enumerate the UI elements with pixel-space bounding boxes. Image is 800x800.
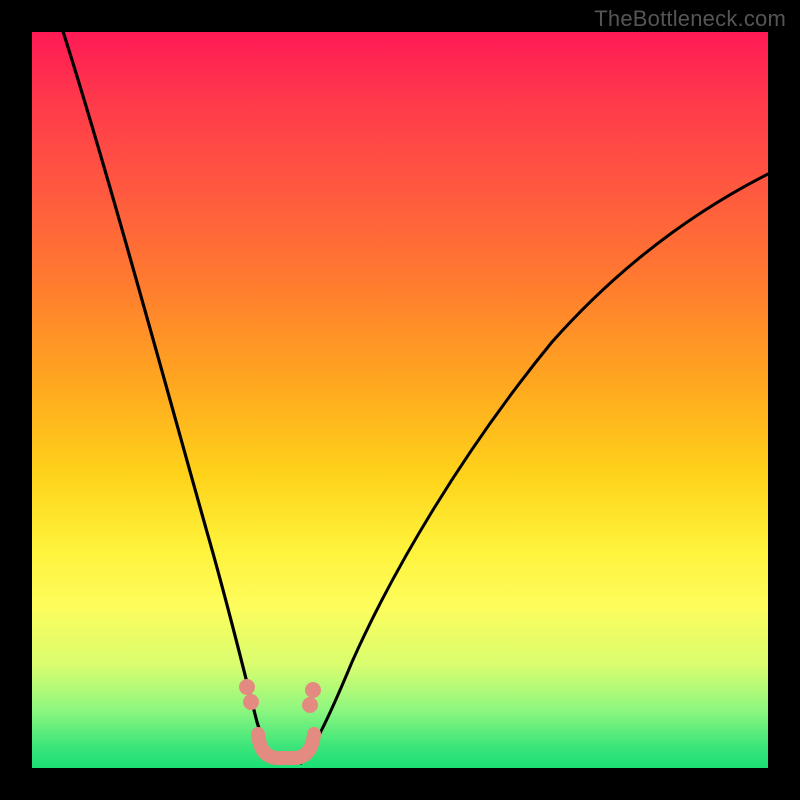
marker-dot	[305, 682, 321, 698]
marker-dot	[239, 679, 255, 695]
chart-frame: TheBottleneck.com	[0, 0, 800, 800]
left-curve	[60, 22, 275, 764]
marker-dot	[302, 697, 318, 713]
right-curve	[300, 172, 772, 764]
attribution-text: TheBottleneck.com	[594, 6, 786, 32]
curve-layer	[32, 32, 768, 768]
marker-dot	[243, 694, 259, 710]
plot-area	[32, 32, 768, 768]
marker-bridge	[258, 734, 314, 758]
